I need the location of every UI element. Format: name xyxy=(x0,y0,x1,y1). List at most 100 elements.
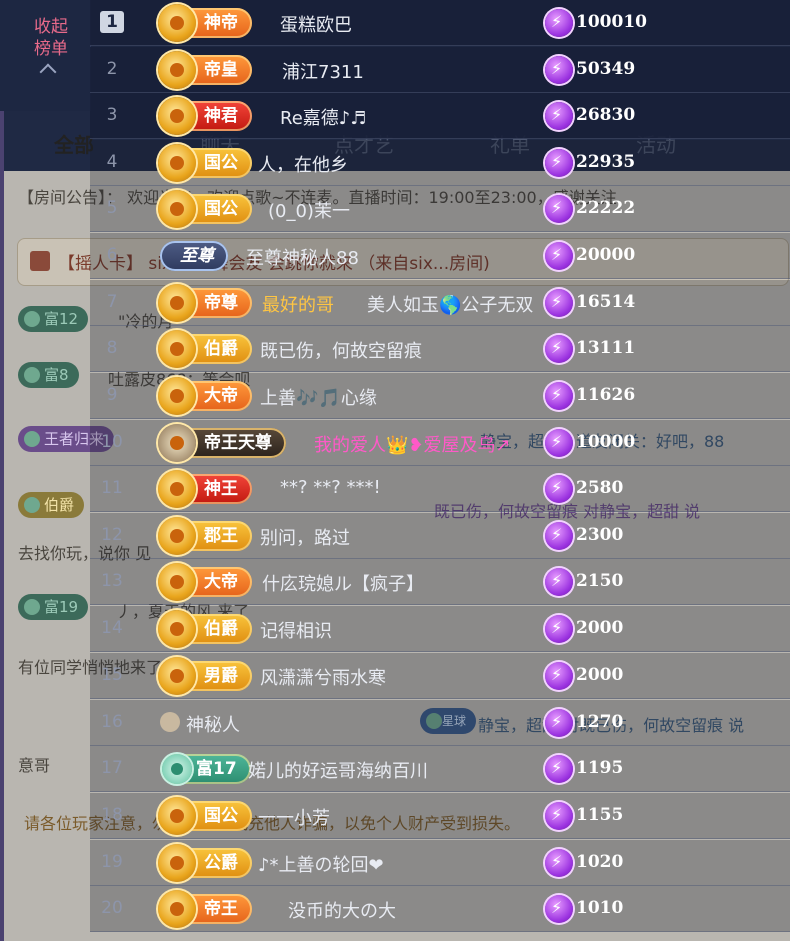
badge-label: 郡王 xyxy=(204,526,238,546)
user-nickname[interactable]: 至尊神秘人88 xyxy=(246,244,359,270)
badge-label: 神王 xyxy=(204,479,238,499)
noble-emblem-icon xyxy=(158,610,196,648)
ranking-row[interactable]: 16 神秘人 1270 xyxy=(90,700,790,746)
noble-emblem-icon xyxy=(158,563,196,601)
ranking-row[interactable]: 5 国公 (0_0)茉一 22222 xyxy=(90,186,790,232)
ranking-row[interactable]: 15 男爵 风潇潇兮雨水寒 2000 xyxy=(90,653,790,699)
ranking-row[interactable]: 12 郡王 别问，路过 2300 xyxy=(90,513,790,559)
ranking-row[interactable]: 17 富17 婼儿的好运哥海纳百川 1195 xyxy=(90,746,790,792)
ranking-row[interactable]: 1 神帝 蛋糕欧巴 100010 xyxy=(90,0,790,46)
rank-number: 9 xyxy=(106,385,118,405)
user-nickname[interactable]: 没币的大の大 xyxy=(288,897,396,923)
user-nickname[interactable]: 上善🎶🎵心缘 xyxy=(260,384,377,410)
contribution-score: 1155 xyxy=(576,805,624,825)
user-nickname[interactable]: 风潇潇兮雨水寒 xyxy=(260,664,386,690)
mystery-user-icon xyxy=(160,712,180,732)
collapse-ranking-button[interactable]: 收起榜单 xyxy=(4,0,91,111)
user-nickname[interactable]: **? **? ***! xyxy=(280,477,381,498)
badge-label: 帝尊 xyxy=(204,293,238,313)
noble-emblem-icon xyxy=(158,470,196,508)
user-nickname[interactable]: Re嘉德♪♬ xyxy=(280,104,366,130)
user-nickname[interactable]: 记得相识 xyxy=(260,617,332,643)
user-nickname[interactable]: (0_0)茉一 xyxy=(268,197,350,223)
noble-emblem-icon xyxy=(158,424,196,462)
noble-rank-badge: 帝王天尊 xyxy=(158,424,286,462)
rank-number: 15 xyxy=(101,665,123,685)
ranking-row[interactable]: 20 帝王 没币的大の大 1010 xyxy=(90,886,790,932)
lightning-coin-icon xyxy=(545,195,573,223)
user-nickname[interactable]: 蛋糕欧巴 xyxy=(280,11,352,37)
ranking-row[interactable]: 7 帝尊 最好的哥 美人如玉🌎公子无双 16514 xyxy=(90,280,790,326)
badge-label: 神君 xyxy=(204,106,238,126)
noble-rank-badge: 帝尊 xyxy=(158,284,252,322)
user-nickname[interactable]: 最好的哥 xyxy=(262,291,334,317)
noble-rank-badge: 富17 xyxy=(160,754,251,784)
ranking-row[interactable]: 4 国公人，在他乡 22935 xyxy=(90,140,790,186)
user-nickname[interactable]: 婼儿的好运哥海纳百川 xyxy=(248,757,428,783)
contribution-score: 2150 xyxy=(576,571,624,591)
contribution-score: 1270 xyxy=(576,712,624,732)
ranking-row[interactable]: 18 国公一一小芳 1155 xyxy=(90,793,790,839)
ranking-row[interactable]: 9 大帝 上善🎶🎵心缘 11626 xyxy=(90,373,790,419)
noble-rank-badge: 神君 xyxy=(158,97,252,135)
ranking-row[interactable]: 11 神王 **? **? ***! 2580 xyxy=(90,466,790,512)
rank-number: 14 xyxy=(101,618,123,638)
badge-label: 帝皇 xyxy=(204,60,238,80)
contribution-score: 2300 xyxy=(576,525,624,545)
badge-label: 国公 xyxy=(204,806,238,826)
contribution-score: 20000 xyxy=(576,245,636,265)
lightning-coin-icon xyxy=(545,662,573,690)
ranking-row[interactable]: 3 神君 Re嘉德♪♬ 26830 xyxy=(90,93,790,139)
ranking-row[interactable]: 10 帝王天尊 我的爱人👑❥爱屋及乌↗ 10000 xyxy=(90,420,790,466)
noble-rank-badge: 至尊 xyxy=(160,241,228,271)
noble-emblem-icon xyxy=(158,890,196,928)
lightning-coin-icon xyxy=(545,335,573,363)
user-nickname[interactable]: 既已伤，何故空留痕 xyxy=(260,337,422,363)
badge-label: 至尊 xyxy=(180,246,214,266)
rank-number: 2 xyxy=(106,59,118,79)
gift-ranking-panel: 收起榜单 1 神帝 蛋糕欧巴 100010 2 帝皇 浦江7311 50349 3 神君 Re嘉德♪… xyxy=(0,0,790,941)
rank-number: 19 xyxy=(101,852,123,872)
ranking-row[interactable]: 14 伯爵 记得相识 2000 xyxy=(90,606,790,652)
lightning-coin-icon xyxy=(545,849,573,877)
lightning-coin-icon xyxy=(545,429,573,457)
user-nickname[interactable]: 人，在他乡 xyxy=(258,151,348,177)
contribution-score: 22222 xyxy=(576,198,636,218)
rank-number: 3 xyxy=(106,105,118,125)
user-nickname[interactable]: ♪*上善の轮回❤ xyxy=(258,851,384,877)
ranking-row[interactable]: 8 伯爵 既已伤，何故空留痕 13111 xyxy=(90,326,790,372)
ranking-row[interactable]: 19 公爵 ♪*上善の轮回❤ 1020 xyxy=(90,840,790,886)
noble-emblem-icon xyxy=(158,797,196,835)
noble-rank-badge: 国公 xyxy=(158,797,252,835)
rank-number: 12 xyxy=(101,525,123,545)
noble-emblem-icon xyxy=(158,377,196,415)
rank-number: 5 xyxy=(106,198,118,218)
contribution-score: 1020 xyxy=(576,852,624,872)
contribution-score: 100010 xyxy=(576,12,647,32)
rank-number: 16 xyxy=(101,712,123,732)
contribution-score: 26830 xyxy=(576,105,636,125)
user-nickname[interactable]: 别问，路过 xyxy=(260,524,350,550)
lightning-coin-icon xyxy=(545,895,573,923)
contribution-score: 2000 xyxy=(576,665,624,685)
noble-emblem-icon xyxy=(158,4,196,42)
user-nickname[interactable]: 一一小芳 xyxy=(258,804,330,830)
badge-label: 伯爵 xyxy=(204,339,238,359)
badge-label: 国公 xyxy=(204,199,238,219)
contribution-score: 2000 xyxy=(576,618,624,638)
noble-rank-badge: 帝皇 xyxy=(158,51,252,89)
noble-emblem-icon xyxy=(158,190,196,228)
contribution-score: 1010 xyxy=(576,898,624,918)
user-nickname[interactable]: 神秘人 xyxy=(186,711,240,737)
contribution-score: 11626 xyxy=(576,385,636,405)
collapse-label: 收起榜单 xyxy=(34,17,68,59)
ranking-row[interactable]: 2 帝皇 浦江7311 50349 xyxy=(90,47,790,93)
user-nickname[interactable]: 什庅琓媳ル【疯子】 xyxy=(262,570,424,596)
ranking-row[interactable]: 6 至尊 至尊神秘人88 20000 xyxy=(90,233,790,279)
noble-rank-badge: 伯爵 xyxy=(158,610,252,648)
ranking-row[interactable]: 13 大帝 什庅琓媳ル【疯子】 2150 xyxy=(90,559,790,605)
user-nickname[interactable]: 我的爱人👑❥爱屋及乌↗ xyxy=(314,431,511,457)
lightning-coin-icon xyxy=(545,56,573,84)
user-nickname[interactable]: 浦江7311 xyxy=(282,58,364,84)
lightning-coin-icon xyxy=(545,149,573,177)
